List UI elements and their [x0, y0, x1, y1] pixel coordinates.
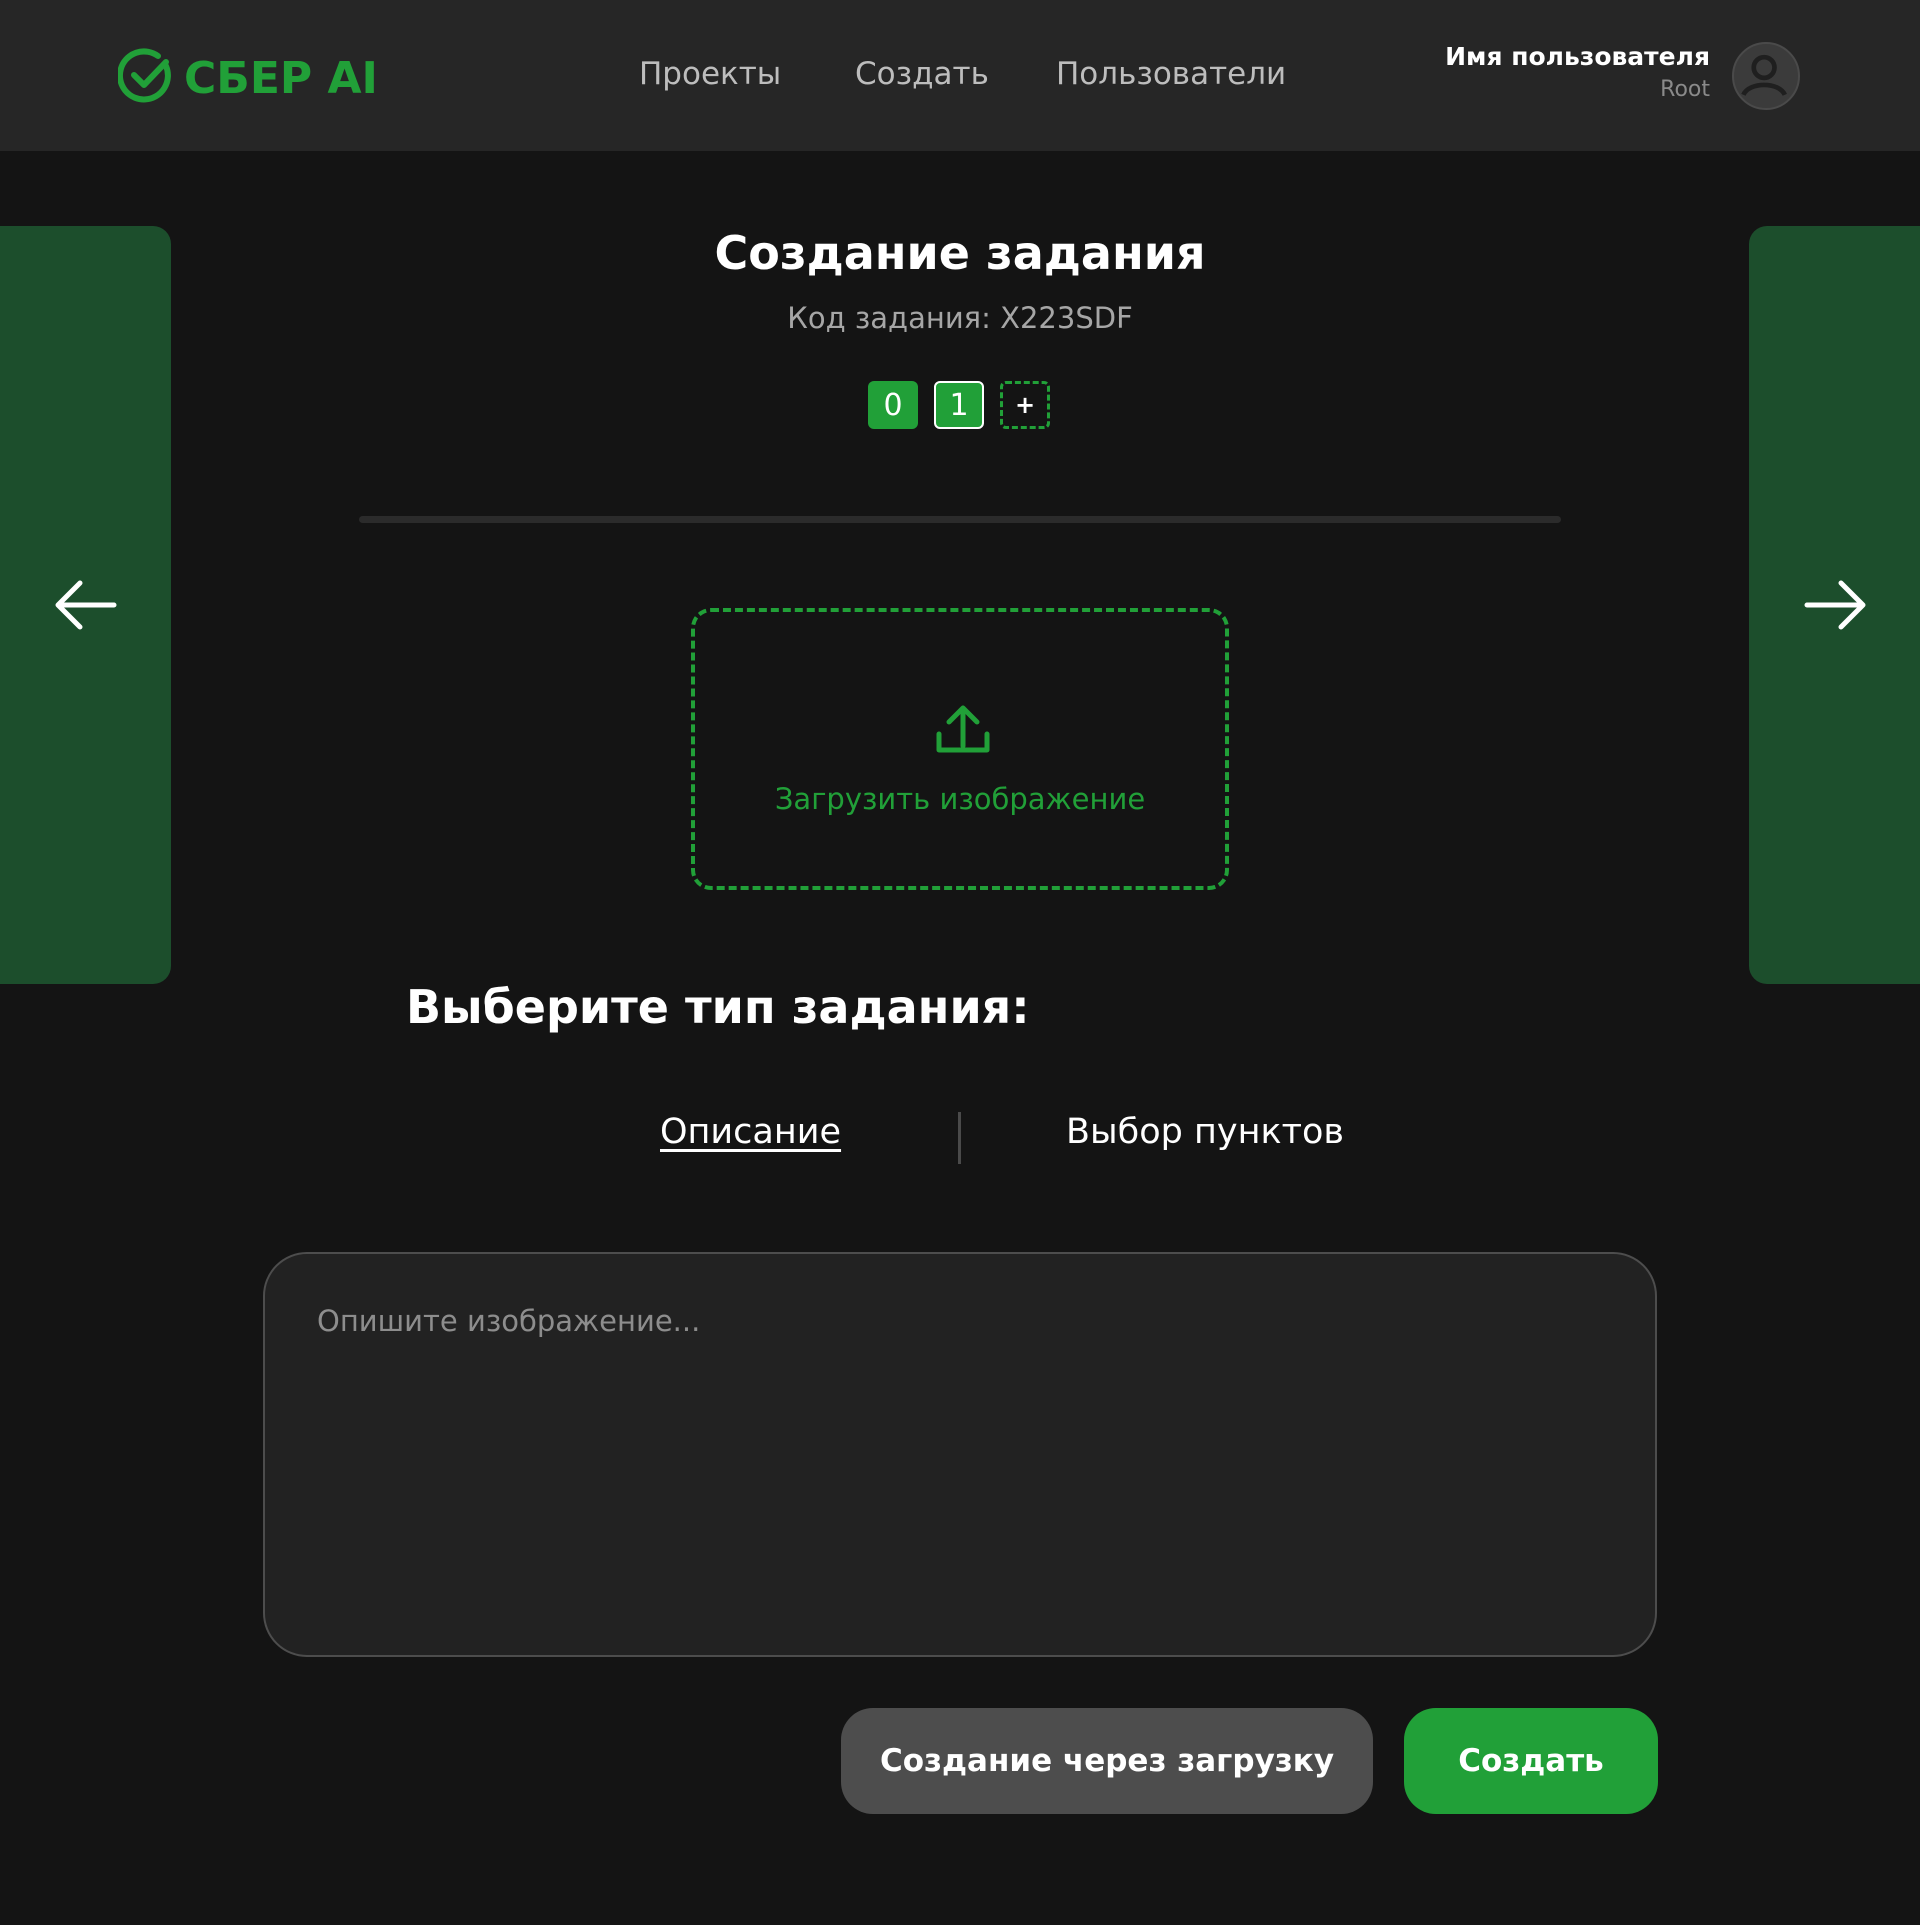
tab-choice[interactable]: Выбор пунктов	[1066, 1112, 1344, 1152]
next-button[interactable]	[1749, 226, 1920, 984]
tab-description[interactable]: Описание	[660, 1112, 841, 1152]
create-button[interactable]: Создать	[1404, 1708, 1658, 1814]
logo-text: СБЕР AI	[184, 52, 378, 104]
avatar-icon[interactable]	[1732, 42, 1800, 110]
step-switcher: 0 1 +	[868, 381, 1050, 429]
upload-image-dropzone[interactable]: Загрузить изображение	[691, 608, 1229, 890]
nav-users[interactable]: Пользователи	[1056, 56, 1286, 92]
user-name: Имя пользователя	[1445, 42, 1710, 71]
top-header: СБЕР AI Проекты Создать Пользователи Имя…	[0, 0, 1920, 151]
step-1[interactable]: 1	[934, 381, 984, 429]
create-via-upload-button[interactable]: Создание через загрузку	[841, 1708, 1373, 1814]
page-title: Создание задания	[714, 226, 1206, 280]
upload-label: Загрузить изображение	[774, 782, 1146, 816]
arrow-right-icon	[1804, 580, 1866, 630]
logo[interactable]: СБЕР AI	[116, 48, 378, 108]
nav-create[interactable]: Создать	[855, 56, 989, 92]
user-info[interactable]: Имя пользователя Root	[1445, 42, 1710, 102]
progress-bar	[359, 516, 1561, 523]
user-role: Root	[1660, 77, 1710, 102]
nav-projects[interactable]: Проекты	[639, 56, 781, 92]
upload-icon	[936, 705, 990, 753]
description-textarea[interactable]: Опишите изображение...	[263, 1252, 1657, 1657]
step-0[interactable]: 0	[868, 381, 918, 429]
task-code: Код задания: X223SDF	[787, 301, 1133, 335]
add-step-button[interactable]: +	[1000, 381, 1050, 429]
tab-divider	[958, 1112, 961, 1164]
task-type-title: Выберите тип задания:	[406, 980, 1030, 1034]
arrow-left-icon	[55, 580, 117, 630]
sber-logo-icon	[116, 48, 174, 108]
prev-button[interactable]	[0, 226, 171, 984]
